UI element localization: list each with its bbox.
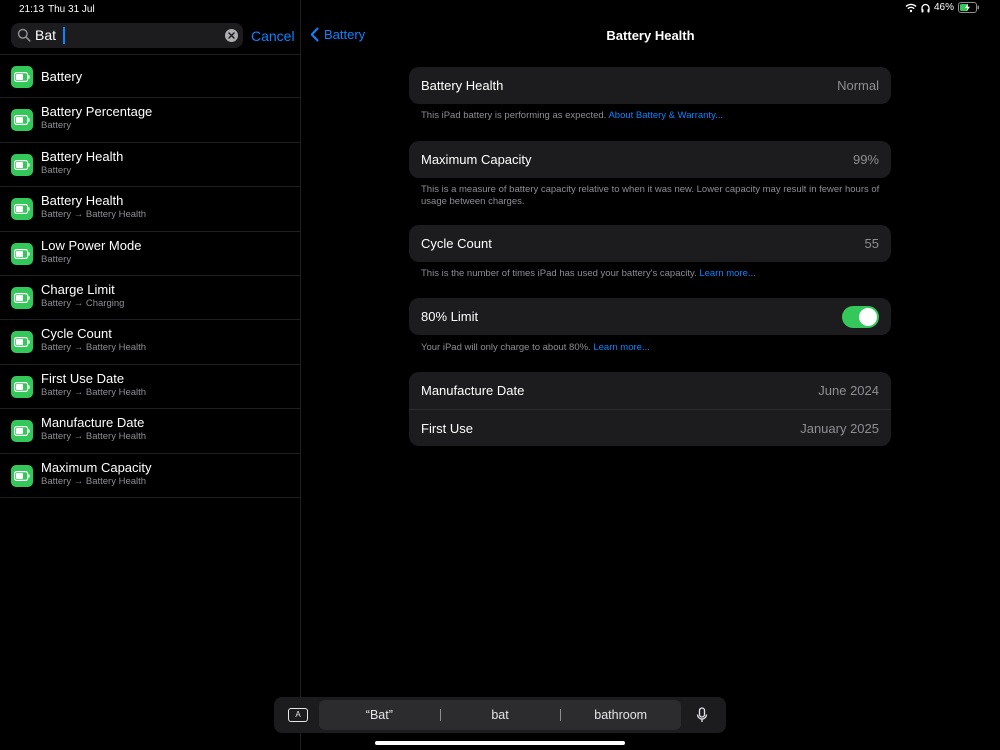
manufacture-date-row: Manufacture Date June 2024 (409, 372, 891, 409)
home-indicator[interactable] (375, 741, 625, 745)
list-item[interactable]: Battery (0, 54, 301, 99)
result-title: Cycle Count (41, 326, 112, 342)
clear-search-icon[interactable] (224, 28, 239, 43)
dates-group: Manufacture Date June 2024 First Use Jan… (409, 372, 891, 446)
search-icon (17, 28, 31, 42)
text-caret (63, 27, 65, 44)
microphone-icon[interactable] (696, 707, 708, 723)
battery-icon (11, 242, 33, 265)
result-subtitle: Battery → Charging (41, 297, 125, 309)
manufacture-date-value: June 2024 (818, 383, 879, 398)
search-results: Battery Battery Percentage Battery Batte… (0, 54, 301, 498)
limit-group: 80% Limit (409, 298, 891, 335)
battery-icon (11, 153, 33, 176)
cycle-count-note: This is the number of times iPad has use… (421, 268, 756, 279)
result-subtitle: Battery → Battery Health (41, 386, 147, 398)
suggestion-3[interactable]: bathroom (560, 700, 681, 730)
back-label: Battery (324, 27, 366, 42)
result-title: Battery Health (41, 193, 124, 209)
page-title: Battery Health (606, 28, 695, 43)
list-item[interactable]: Battery Health Battery (0, 143, 301, 188)
suggestion-1[interactable]: “Bat” (319, 700, 440, 730)
battery-icon (11, 331, 33, 354)
manufacture-date-label: Manufacture Date (421, 383, 525, 398)
list-item[interactable]: Battery Health Battery → Battery Health (0, 187, 301, 232)
result-subtitle: Battery → Battery Health (41, 209, 147, 221)
list-item[interactable]: Low Power Mode Battery (0, 232, 301, 276)
result-subtitle: Battery → Battery Health (41, 475, 147, 487)
limit-note: Your iPad will only charge to about 80%.… (421, 342, 650, 353)
result-title: Battery Health (41, 148, 124, 164)
limit-toggle[interactable] (842, 306, 879, 328)
result-subtitle: Battery (41, 253, 72, 265)
cycle-count-row: Cycle Count 55 (409, 225, 891, 262)
search-input[interactable]: Bat (35, 27, 56, 43)
battery-icon (11, 375, 33, 398)
list-item[interactable]: Charge Limit Battery → Charging (0, 276, 301, 321)
capacity-label: Maximum Capacity (421, 152, 532, 167)
battery-health-value: Normal (837, 78, 879, 93)
battery-health-note: This iPad battery is performing as expec… (421, 110, 724, 121)
battery-icon (11, 109, 33, 132)
cycle-count-group: Cycle Count 55 (409, 225, 891, 262)
result-title: Maximum Capacity (41, 459, 152, 475)
about-battery-link[interactable]: About Battery & Warranty... (608, 110, 723, 121)
battery-percent: 46% (933, 2, 954, 13)
list-item[interactable]: First Use Date Battery → Battery Health (0, 365, 301, 410)
battery-icon (11, 420, 33, 443)
limit-label: 80% Limit (421, 309, 479, 324)
battery-icon (11, 286, 33, 309)
battery-icon (11, 66, 33, 88)
result-title: Low Power Mode (41, 237, 142, 253)
result-title: First Use Date (41, 370, 125, 386)
list-item[interactable]: Manufacture Date Battery → Battery Healt… (0, 409, 301, 454)
result-subtitle: Battery (41, 120, 72, 132)
limit-learn-more-link[interactable]: Learn more... (593, 342, 650, 353)
toggle-knob (859, 308, 877, 326)
text-format-icon[interactable]: A (288, 708, 308, 722)
keyboard-suggestion-bar: A “Bat” bat bathroom (274, 697, 726, 733)
capacity-row: Maximum Capacity 99% (409, 141, 891, 178)
capacity-group: Maximum Capacity 99% (409, 141, 891, 178)
list-item[interactable]: Cycle Count Battery → Battery Health (0, 320, 301, 365)
cycle-count-value: 55 (864, 236, 879, 251)
battery-charging-icon (958, 2, 979, 13)
battery-health-row: Battery Health Normal (409, 67, 891, 104)
limit-row: 80% Limit (409, 298, 891, 335)
status-indicators: 46% (905, 2, 980, 13)
suggestion-2[interactable]: bat (439, 700, 561, 730)
result-subtitle: Battery → Battery Health (41, 431, 147, 443)
battery-icon (11, 198, 33, 221)
sidebar: Bat Cancel Battery Battery Percentage Ba… (0, 0, 301, 750)
first-use-row: First Use January 2025 (409, 409, 891, 446)
result-title: Charge Limit (41, 281, 115, 297)
battery-health-group: Battery Health Normal (409, 67, 891, 104)
result-subtitle: Battery (41, 164, 72, 176)
back-button[interactable]: Battery (310, 27, 365, 42)
result-title: Battery Percentage (41, 104, 153, 120)
battery-icon (11, 464, 33, 487)
first-use-label: First Use (421, 421, 473, 436)
result-title: Battery (41, 69, 83, 84)
chevron-left-icon (310, 27, 319, 42)
cancel-button[interactable]: Cancel (251, 28, 295, 44)
list-item[interactable]: Battery Percentage Battery (0, 98, 301, 143)
result-subtitle: Battery → Battery Health (41, 342, 147, 354)
capacity-note: This is a measure of battery capacity re… (421, 184, 880, 207)
headphones-icon (921, 3, 930, 12)
first-use-value: January 2025 (800, 421, 879, 436)
search-field[interactable]: Bat (11, 23, 243, 48)
result-title: Manufacture Date (41, 415, 145, 431)
cycle-learn-more-link[interactable]: Learn more... (699, 268, 756, 279)
predictive-suggestions: “Bat” bat bathroom (319, 700, 681, 730)
capacity-value: 99% (852, 152, 879, 167)
wifi-icon (905, 3, 917, 12)
battery-health-label: Battery Health (421, 78, 504, 93)
list-item[interactable]: Maximum Capacity Battery → Battery Healt… (0, 454, 301, 498)
cycle-count-label: Cycle Count (421, 236, 492, 251)
